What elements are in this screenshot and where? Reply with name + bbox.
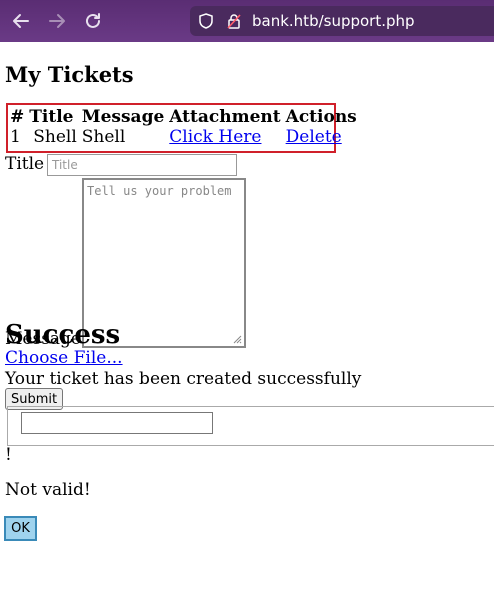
column-header-attachment: Attachment — [169, 107, 281, 127]
attachment-link[interactable]: Click Here — [169, 127, 261, 147]
title-input[interactable]: Title — [47, 154, 237, 176]
column-header-actions: Actions — [285, 107, 357, 127]
page-title: My Tickets — [5, 62, 134, 87]
dialog-exclamation: ! — [5, 445, 12, 465]
browser-toolbar: bank.htb/support.php — [0, 0, 494, 42]
address-bar[interactable]: bank.htb/support.php — [190, 6, 494, 36]
tickets-table-highlight: # Title Message Attachment Actions 1 She… — [6, 103, 357, 153]
column-header-number: # — [10, 107, 25, 127]
column-header-message: Message — [81, 107, 165, 127]
table-header-row: # Title Message Attachment Actions — [10, 107, 357, 127]
ok-button[interactable]: OK — [4, 516, 37, 541]
reload-icon[interactable] — [82, 10, 104, 32]
ticket-title: Shell — [33, 127, 77, 147]
ticket-id: 1 — [10, 127, 21, 147]
not-valid-message: Not valid! — [5, 480, 91, 500]
column-header-title: Title — [29, 107, 74, 127]
tickets-table: # Title Message Attachment Actions 1 She… — [10, 107, 357, 147]
success-heading: Success — [5, 320, 121, 350]
dialog-input[interactable] — [21, 412, 213, 434]
title-label: Title — [5, 154, 45, 174]
back-arrow-icon[interactable] — [10, 10, 32, 32]
forward-arrow-icon[interactable] — [46, 10, 68, 32]
url-text[interactable]: bank.htb/support.php — [252, 12, 415, 30]
message-placeholder: Tell us your problem — [87, 184, 232, 198]
shield-icon[interactable] — [198, 13, 214, 29]
resize-grip-icon[interactable] — [232, 334, 242, 344]
success-message: Your ticket has been created successfull… — [5, 369, 362, 389]
choose-file-link[interactable]: Choose File... — [5, 348, 123, 368]
ticket-message: Shell — [81, 127, 126, 147]
insecure-lock-icon[interactable] — [226, 13, 242, 29]
table-row: 1 Shell Shell Click Here Delete — [10, 127, 357, 147]
delete-link[interactable]: Delete — [286, 127, 342, 147]
